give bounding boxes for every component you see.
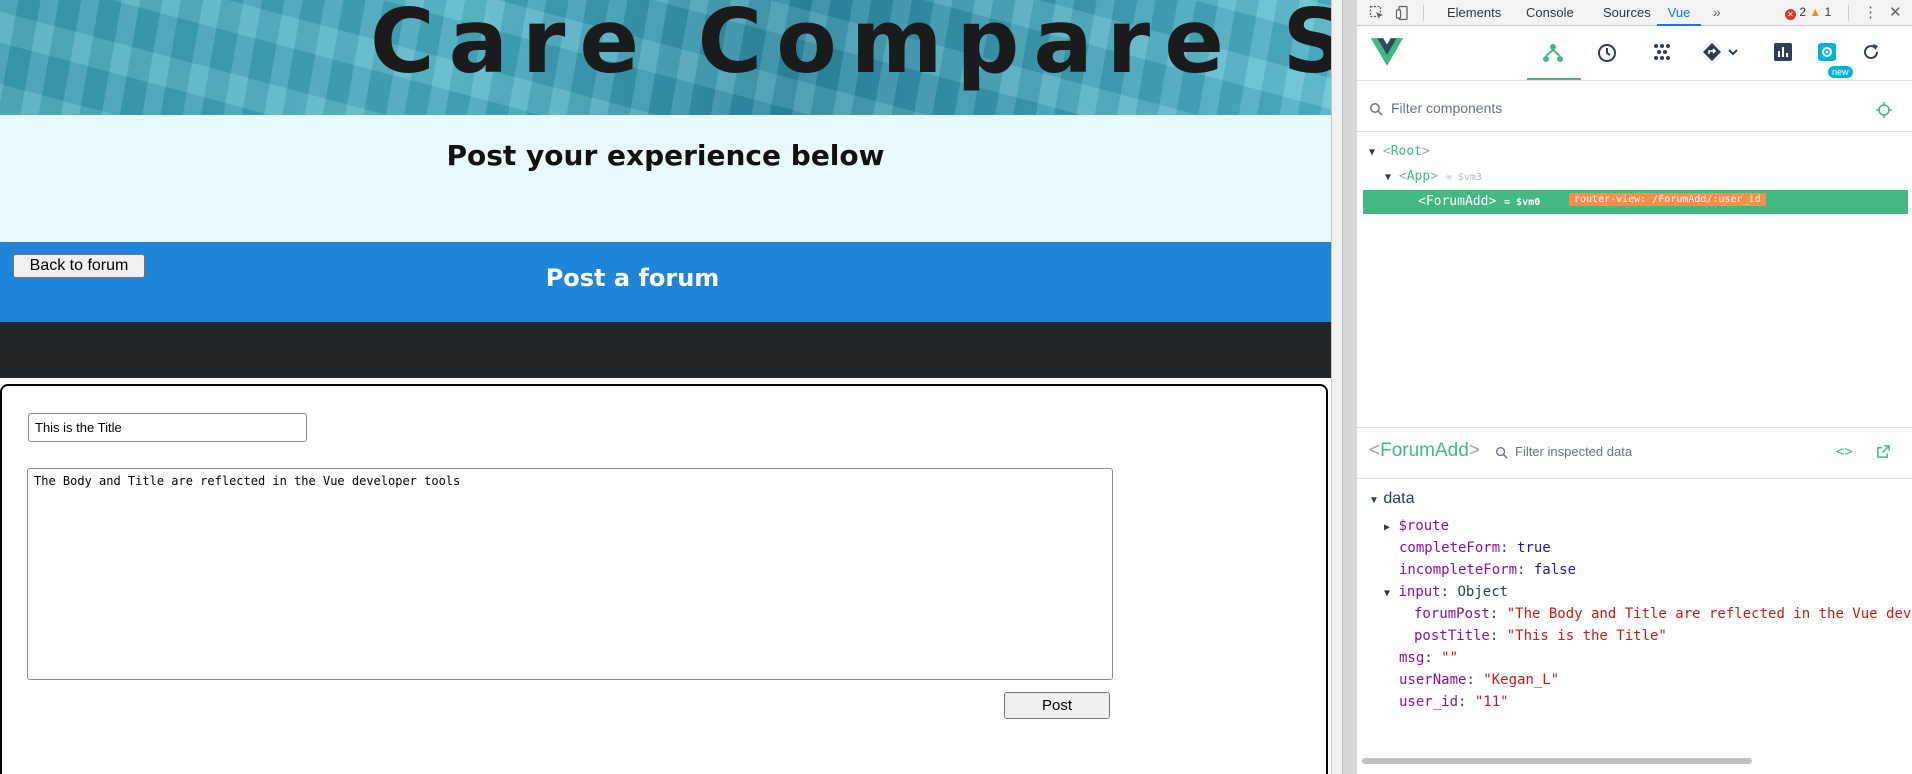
active-tab-underline: [1527, 78, 1581, 80]
root-tag-name: Root: [1390, 144, 1422, 159]
toolbar-divider: [1848, 5, 1849, 21]
username-value[interactable]: "Kegan_L": [1483, 672, 1559, 688]
routing-tab-icon[interactable]: [1702, 42, 1742, 67]
data-section-label: data: [1383, 490, 1415, 507]
data-row-forumpost: forumPost: "The Body and Title are refle…: [1414, 606, 1912, 622]
banner-title: Care Compare SK: [370, 0, 1331, 93]
data-row-userid: user_id: "11": [1399, 694, 1509, 710]
toolbar-divider: [1423, 5, 1424, 21]
forumpost-value[interactable]: "The Body and Title are reflected in the…: [1507, 606, 1912, 622]
tab-sources[interactable]: Sources: [1603, 0, 1651, 26]
route-key: $route: [1398, 518, 1450, 534]
select-component-target-icon[interactable]: [1876, 102, 1892, 123]
error-count: 2: [1799, 5, 1807, 19]
device-toolbar-icon[interactable]: [1395, 5, 1411, 24]
components-tab-icon[interactable]: [1542, 42, 1564, 69]
msg-key: msg: [1399, 650, 1425, 666]
plugins-grid-icon[interactable]: [1652, 42, 1672, 67]
vue-devtools-header: new: [1357, 27, 1912, 81]
input-key: input: [1398, 584, 1441, 600]
data-row-completeform: completeForm: true: [1399, 540, 1551, 556]
post-body-textarea[interactable]: The Body and Title are reflected in the …: [27, 468, 1113, 680]
devtools-panel: Elements Console Sources Vue » ✕ 2 ▲ 1 ⋮…: [1357, 0, 1912, 774]
app-vm-ref: = $vm3: [1445, 172, 1482, 183]
tree-node-app[interactable]: ▼ <App> = $vm3: [1385, 169, 1482, 184]
refresh-icon[interactable]: [1861, 42, 1881, 67]
collapse-arrow-icon[interactable]: ▼: [1384, 588, 1390, 599]
new-badge: new: [1828, 66, 1853, 78]
search-icon: [1495, 446, 1508, 464]
open-external-icon[interactable]: [1876, 444, 1891, 464]
performance-chart-icon[interactable]: [1773, 42, 1793, 67]
kebab-menu-icon[interactable]: ⋮: [1863, 3, 1878, 21]
username-key: userName: [1399, 672, 1467, 688]
app-page: Care Compare SK Post your experience bel…: [0, 0, 1331, 774]
data-row-username: userName: "Kegan_L": [1399, 672, 1560, 688]
incompleteform-value[interactable]: false: [1534, 562, 1576, 578]
page-heading: Post your experience below: [446, 139, 885, 172]
tree-node-root[interactable]: ▼ <Root>: [1369, 144, 1430, 159]
app-tag-name: App: [1406, 169, 1431, 184]
header-banner: Care Compare SK: [0, 0, 1331, 115]
warning-icon: ▲: [1809, 5, 1822, 19]
vue-logo-icon: [1371, 38, 1403, 71]
expand-arrow-icon[interactable]: ▶: [1384, 522, 1390, 533]
completeform-value[interactable]: true: [1517, 540, 1551, 556]
inspector-header: <ForumAdd> Filter inspected data <>: [1357, 427, 1912, 479]
filter-components-input[interactable]: Filter components: [1391, 100, 1502, 116]
forumadd-tag-name: ForumAdd: [1425, 194, 1489, 209]
post-button[interactable]: Post: [1004, 692, 1110, 719]
page-vertical-scrollbar[interactable]: [1342, 0, 1357, 774]
post-form-card: The Body and Title are reflected in the …: [0, 384, 1328, 774]
data-row-route[interactable]: ▶ $route: [1384, 518, 1449, 534]
tab-elements[interactable]: Elements: [1447, 0, 1501, 26]
userid-key: user_id: [1399, 694, 1459, 710]
form-title-bar: Back to forum Post a forum: [0, 242, 1331, 322]
router-view-badge: router-view: /ForumAdd/:user_id: [1569, 193, 1766, 206]
code-view-icon[interactable]: <>: [1836, 444, 1853, 460]
more-tabs-icon[interactable]: »: [1713, 4, 1721, 20]
data-row-posttitle: postTitle: "This is the Title": [1414, 628, 1667, 644]
form-heading: Post a forum: [545, 264, 720, 292]
timeline-tab-icon[interactable]: [1596, 42, 1618, 69]
post-title-input[interactable]: [28, 413, 307, 442]
search-icon: [1369, 102, 1383, 121]
tab-console[interactable]: Console: [1526, 0, 1574, 26]
error-icon: ✕: [1785, 9, 1796, 20]
devtools-toolbar: Elements Console Sources Vue » ✕ 2 ▲ 1 ⋮…: [1357, 0, 1912, 26]
data-row-msg: msg: "": [1399, 650, 1459, 666]
data-section-header[interactable]: ▼ data: [1369, 490, 1415, 508]
inspected-component-name: <ForumAdd>: [1369, 440, 1480, 461]
tab-vue[interactable]: Vue: [1657, 0, 1701, 26]
forumadd-vm-ref: = $vm0: [1504, 197, 1541, 208]
collapse-arrow-icon[interactable]: ▼: [1369, 495, 1379, 506]
inspect-element-icon[interactable]: [1369, 5, 1385, 24]
filter-inspected-data-input[interactable]: Filter inspected data: [1515, 444, 1632, 459]
tree-node-forumadd-selected[interactable]: <ForumAdd> = $vm0 router-view: /ForumAdd…: [1363, 190, 1908, 214]
expand-arrow-icon[interactable]: ▼: [1369, 147, 1375, 158]
posttitle-key: postTitle: [1414, 628, 1490, 644]
close-icon[interactable]: ✕: [1889, 3, 1902, 21]
data-row-incompleteform: incompleteForm: false: [1399, 562, 1577, 578]
userid-value[interactable]: "11": [1475, 694, 1509, 710]
forumadd-node-label: <ForumAdd> = $vm0: [1418, 194, 1541, 209]
expand-arrow-icon[interactable]: ▼: [1385, 172, 1391, 183]
input-type-value: Object: [1457, 584, 1509, 600]
dark-divider-bar: [0, 322, 1331, 378]
warning-count: 1: [1824, 5, 1832, 19]
data-row-input[interactable]: ▼ input: Object: [1384, 584, 1508, 600]
inspector-horizontal-scrollbar[interactable]: [1362, 758, 1752, 764]
incompleteform-key: incompleteForm: [1399, 562, 1518, 578]
msg-value[interactable]: "": [1441, 650, 1458, 666]
component-filter-row: Filter components: [1357, 92, 1912, 132]
subheader: Post your experience below: [0, 115, 1331, 242]
issues-counter[interactable]: ✕ 2 ▲ 1: [1785, 5, 1831, 20]
posttitle-value[interactable]: "This is the Title": [1507, 628, 1667, 644]
completeform-key: completeForm: [1399, 540, 1501, 556]
settings-gear-icon[interactable]: [1817, 42, 1837, 67]
forumpost-key: forumPost: [1414, 606, 1490, 622]
